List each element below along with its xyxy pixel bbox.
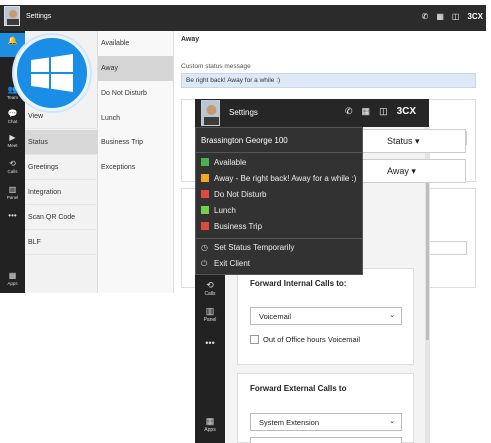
titlebar-icons: ✆ ▦ ◫ 3CX [345,106,416,117]
detail-heading: Away [181,36,200,43]
clock-icon: ◷ [201,243,208,252]
titlebar-icons: ✆ ▦ ◫ 3CX [422,12,483,21]
status-square [201,190,209,198]
rail-calls[interactable]: ⟲ Calls [195,278,225,304]
rail-more[interactable]: ••• [195,336,225,362]
status-dropdown[interactable]: Status ▾ [362,129,466,153]
menu-user-name: Brassington George 100 [201,136,288,145]
forward-external-select-2[interactable] [250,437,402,443]
option-dnd[interactable]: Do Not Disturb [98,81,173,106]
background-titlebar [0,5,486,31]
avatar[interactable] [201,100,220,126]
custom-status-input[interactable]: Be right back! Away for a while :) [181,73,476,88]
away-dropdown[interactable]: Away ▾ [362,159,466,183]
menu-exit-client[interactable]: ⏻ Exit Client [201,259,250,269]
nav-integration[interactable]: Integration [25,180,98,205]
rail-calls[interactable]: ⟲ Calls [0,156,25,180]
rail-chat[interactable]: 💬 Chat [0,106,25,130]
book-icon[interactable]: ◫ [379,106,388,117]
forward-external-title: Forward External Calls to [250,384,347,393]
option-available[interactable]: Available [98,31,173,56]
rail-meet[interactable]: ▶ Meet [0,130,25,154]
option-lunch[interactable]: Lunch [98,106,173,131]
calls-icon: ⟲ [206,280,214,290]
avatar[interactable] [4,6,20,26]
panel-icon: ▥ [205,306,215,316]
option-away[interactable]: Away [98,56,173,81]
menu-status-business-trip[interactable]: Business Trip [201,222,262,231]
status-square [201,222,209,230]
caret-down-icon: ▾ [411,166,416,176]
meet-icon: ▶ [9,133,16,142]
menu-status-lunch[interactable]: Lunch [201,206,236,215]
nav-blf[interactable]: BLF [25,230,98,255]
rail-panel[interactable]: ▥ Panel [195,304,225,330]
rail-apps[interactable]: ▦ Apps [195,414,225,440]
option-exceptions[interactable]: Exceptions [98,155,173,180]
apps-icon: ▦ [205,416,215,426]
window-title: Settings [229,108,258,117]
forward-external-card: Forward External Calls to System Extensi… [237,373,414,443]
nav-greetings[interactable]: Greetings [25,155,98,180]
windows-icon [31,54,73,92]
menu-status-available[interactable]: Available [201,158,246,167]
option-business-trip[interactable]: Business Trip [98,130,173,155]
divider [196,238,362,239]
brand-logo: 3CX [396,106,417,117]
menu-status-away[interactable]: Away - Be right back! Away for a while :… [201,174,356,183]
more-icon: ••• [205,338,215,348]
rail-more[interactable]: ••• [0,208,25,232]
nav-status[interactable]: Status [25,130,98,155]
windows-logo-badge [14,35,90,111]
scrollbar-thumb[interactable] [426,180,429,340]
forward-internal-title: Forward Internal Calls to: [250,279,347,288]
apps-icon: ▦ [8,271,17,280]
phone-icon[interactable]: ✆ [422,12,429,21]
custom-status-label: Custom status message [181,63,251,70]
calls-icon: ⟲ [9,159,16,168]
divider [196,152,362,153]
brand-logo: 3CX [467,12,483,21]
book-icon[interactable]: ◫ [452,12,460,21]
menu-set-status-temporarily[interactable]: ◷ Set Status Temporarily [201,243,294,252]
phone-icon[interactable]: ✆ [345,106,353,117]
qr-icon[interactable]: ▦ [362,106,371,117]
qr-icon[interactable]: ▦ [436,12,444,21]
menu-status-dnd[interactable]: Do Not Disturb [201,190,266,199]
nav-scan-qr[interactable]: Scan QR Code [25,205,98,230]
status-square [201,206,209,214]
rail-panel[interactable]: ▥ Panel [0,182,25,206]
chevron-down-icon: ⌄ [389,418,395,425]
checkbox[interactable] [250,335,259,344]
more-icon: ••• [8,211,17,220]
forward-internal-card: Forward Internal Calls to: Voicemail ⌄ Ou… [237,268,414,365]
chevron-down-icon: ⌄ [389,312,395,319]
forward-external-select[interactable]: System Extension ⌄ [250,413,402,431]
window-title: Settings [26,13,52,20]
status-square [201,158,209,166]
status-menu: Brassington George 100 Available Away - … [195,127,363,275]
rail-apps[interactable]: ▦ Apps [0,268,25,292]
forward-internal-select[interactable]: Voicemail ⌄ [250,307,402,325]
status-square [201,174,209,182]
screenshot-root: Settings ✆ ▦ ◫ 3CX 🔔 👥 Team 💬 Chat ▶ Meet ⟲… [0,0,491,443]
out-of-office-checkbox-row[interactable]: Out of Office hours Voicemail [250,335,360,344]
caret-down-icon: ▾ [415,136,420,146]
power-icon: ⏻ [201,259,208,268]
panel-icon: ▥ [8,185,17,194]
